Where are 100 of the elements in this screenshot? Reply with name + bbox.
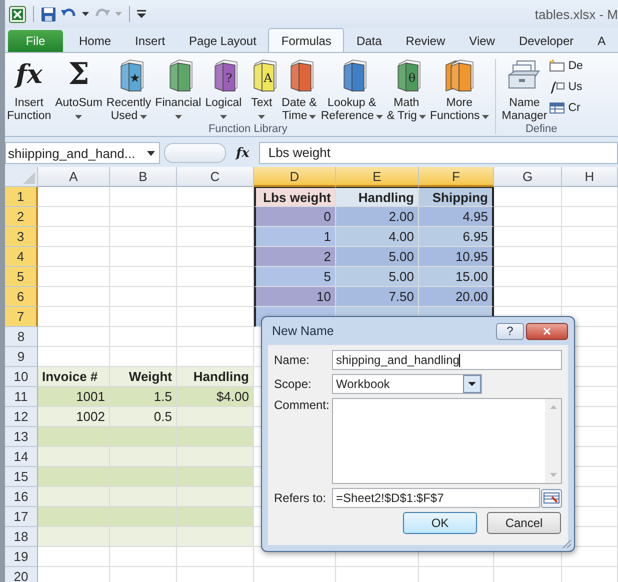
ribbon-button[interactable]: Lookup & Reference	[318, 57, 385, 123]
sheet-cell[interactable]	[177, 407, 254, 427]
scrollbar[interactable]	[545, 399, 561, 483]
column-header[interactable]: A	[38, 167, 110, 187]
empty-cell[interactable]	[110, 287, 177, 307]
column-header[interactable]: G	[494, 167, 562, 187]
sheet-cell[interactable]: 0.5	[110, 407, 177, 427]
sheet-cell[interactable]: 1001	[38, 387, 110, 407]
sheet-cell[interactable]	[177, 487, 254, 507]
sheet-cell[interactable]	[38, 447, 110, 467]
resize-grip-icon[interactable]	[561, 538, 571, 548]
empty-cell[interactable]	[110, 187, 177, 207]
row-header[interactable]: 4	[5, 247, 38, 267]
sheet-cell[interactable]	[110, 487, 177, 507]
row-header[interactable]: 9	[5, 347, 38, 367]
empty-cell[interactable]	[110, 267, 177, 287]
sheet-cell[interactable]: 5.00	[336, 267, 419, 287]
empty-cell[interactable]	[110, 227, 177, 247]
sheet-cell[interactable]: 5	[254, 267, 336, 287]
save-icon[interactable]	[41, 6, 56, 22]
column-header[interactable]: C	[177, 167, 254, 187]
empty-cell[interactable]	[562, 227, 618, 247]
sheet-cell[interactable]	[38, 527, 110, 547]
empty-cell[interactable]	[177, 327, 254, 347]
row-header[interactable]: 6	[5, 287, 38, 307]
sheet-cell[interactable]	[110, 427, 177, 447]
dropdown-caret-icon[interactable]	[147, 150, 155, 156]
sheet-cell[interactable]: Handling	[177, 367, 254, 387]
sheet-cell[interactable]: 4.95	[419, 207, 494, 227]
sheet-cell[interactable]: 2	[254, 247, 336, 267]
spreadsheet-app-icon[interactable]	[9, 6, 26, 22]
row-header[interactable]: 17	[5, 507, 38, 527]
row-header[interactable]: 13	[5, 427, 38, 447]
sheet-cell[interactable]: Lbs weight	[254, 187, 336, 207]
sheet-cell[interactable]	[177, 507, 254, 527]
ribbon-button[interactable]: De	[549, 57, 583, 75]
ribbon-button[interactable]: A Text	[244, 57, 280, 123]
sheet-cell[interactable]: 20.00	[419, 287, 494, 307]
sheet-cell[interactable]: 1002	[38, 407, 110, 427]
row-header[interactable]: 12	[5, 407, 38, 427]
sheet-cell[interactable]: 1	[254, 227, 336, 247]
column-header[interactable]: D	[254, 167, 336, 187]
empty-cell[interactable]	[110, 307, 177, 327]
name-field[interactable]: shipping_and_handling	[332, 350, 562, 370]
scope-dropdown[interactable]: Workbook	[332, 374, 482, 394]
scroll-up-icon[interactable]	[550, 405, 556, 409]
dialog-button[interactable]: OK	[403, 512, 477, 534]
ribbon-button[interactable]: Cr	[549, 99, 583, 117]
ribbon-button[interactable]: fx Insert Function	[5, 57, 54, 123]
column-header[interactable]: E	[336, 167, 419, 187]
row-header[interactable]: 3	[5, 227, 38, 247]
sheet-cell[interactable]: Shipping	[419, 187, 494, 207]
row-header[interactable]: 19	[5, 547, 38, 567]
ribbon-button[interactable]: Name Manager	[500, 57, 550, 123]
help-button[interactable]: ?	[496, 322, 524, 340]
customize-toolbar-icon[interactable]	[137, 10, 146, 18]
sheet-cell[interactable]: 10	[254, 287, 336, 307]
ribbon-tab[interactable]: Page Layout	[177, 30, 268, 52]
select-all-corner[interactable]	[5, 167, 38, 187]
empty-cell[interactable]	[562, 247, 618, 267]
dialog-button[interactable]: Cancel	[487, 512, 561, 534]
ribbon-tab[interactable]: View	[457, 30, 507, 52]
sheet-cell[interactable]: Weight	[110, 367, 177, 387]
scroll-down-icon[interactable]	[550, 473, 556, 477]
splitter-handle[interactable]	[164, 143, 226, 163]
column-header[interactable]: F	[419, 167, 494, 187]
ribbon-button[interactable]: Date & Time	[280, 57, 319, 123]
sheet-cell[interactable]: Handling	[336, 187, 419, 207]
sheet-cell[interactable]: 0	[254, 207, 336, 227]
ribbon-tab[interactable]: A	[586, 30, 618, 52]
row-header[interactable]: 8	[5, 327, 38, 347]
row-header[interactable]: 14	[5, 447, 38, 467]
row-header[interactable]: 10	[5, 367, 38, 387]
empty-cell[interactable]	[177, 547, 254, 567]
empty-cell[interactable]	[110, 327, 177, 347]
sheet-cell[interactable]	[38, 467, 110, 487]
empty-cell[interactable]	[110, 207, 177, 227]
sheet-cell[interactable]	[177, 527, 254, 547]
sheet-cell[interactable]: 5.00	[336, 247, 419, 267]
sheet-cell[interactable]: $4.00	[177, 387, 254, 407]
sheet-cell[interactable]	[177, 427, 254, 447]
column-header[interactable]: H	[562, 167, 618, 187]
insert-function-button[interactable]: fx	[230, 146, 256, 160]
row-header[interactable]: 5	[5, 267, 38, 287]
refers-to-field[interactable]: =Sheet2!$D$1:$F$7	[332, 488, 540, 508]
row-header[interactable]: 2	[5, 207, 38, 227]
row-header[interactable]: 18	[5, 527, 38, 547]
sheet-cell[interactable]: 15.00	[419, 267, 494, 287]
ribbon-button[interactable]: θ Math & Trig	[384, 57, 428, 123]
ribbon-tab[interactable]: Developer	[506, 30, 586, 52]
ribbon-tab[interactable]: Insert	[123, 30, 178, 52]
ribbon-button[interactable]: Us	[549, 78, 583, 96]
sheet-cell[interactable]	[177, 467, 254, 487]
collapse-dialog-icon[interactable]	[541, 488, 562, 508]
sheet-cell[interactable]	[110, 527, 177, 547]
sheet-cell[interactable]	[110, 447, 177, 467]
ribbon-button[interactable]: ? Logical	[203, 57, 244, 123]
formula-field[interactable]: Lbs weight	[259, 142, 618, 164]
row-header[interactable]: 16	[5, 487, 38, 507]
empty-cell[interactable]	[562, 207, 618, 227]
